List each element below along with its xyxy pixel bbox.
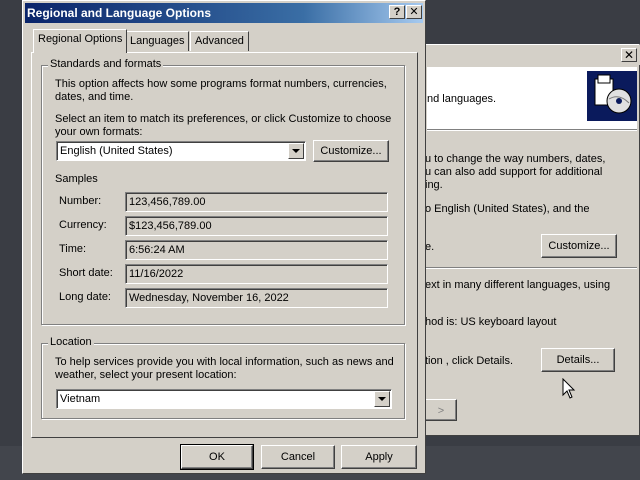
- ok-button[interactable]: OK: [180, 444, 254, 470]
- background-intro-line3: ing.: [425, 179, 443, 191]
- samples-title: Samples: [55, 173, 98, 185]
- regional-language-options-dialog: Regional and Language Options ? ✕ Region…: [22, 0, 426, 474]
- sample-label-number: Number:: [59, 195, 102, 207]
- location-label: Location: [48, 336, 94, 348]
- format-dropdown-value: English (United States): [60, 145, 173, 157]
- apply-button[interactable]: Apply: [341, 445, 417, 469]
- format-dropdown[interactable]: English (United States): [56, 141, 306, 161]
- help-button[interactable]: ?: [389, 5, 405, 19]
- select-instruction-line1: Select an item to match its preferences,…: [55, 113, 392, 125]
- background-header: nd languages.: [427, 67, 637, 129]
- sample-value-currency: $123,456,789.00: [125, 216, 388, 236]
- standards-description-line1: This option affects how some programs fo…: [55, 78, 387, 90]
- regional-settings-icon: [587, 71, 637, 121]
- background-intro-line1: u to change the way numbers, dates,: [425, 153, 606, 165]
- location-dropdown[interactable]: Vietnam: [56, 389, 392, 409]
- sample-label-currency: Currency:: [59, 219, 107, 231]
- background-close-button[interactable]: ✕: [621, 48, 637, 62]
- cancel-button[interactable]: Cancel: [261, 445, 335, 469]
- tab-regional-options[interactable]: Regional Options: [33, 29, 128, 53]
- background-details-line: tion , click Details.: [425, 355, 514, 367]
- customize-button[interactable]: Customize...: [313, 140, 389, 162]
- background-details-button[interactable]: Details...: [541, 348, 615, 372]
- location-description-line1: To help services provide you with local …: [55, 356, 394, 368]
- background-customize-text: e.: [425, 241, 435, 253]
- background-separator: [425, 267, 637, 269]
- background-languages-line: ext in many different languages, using: [425, 279, 611, 291]
- background-window-titlebar: ✕: [425, 45, 640, 65]
- standards-description-line2: dates, and time.: [55, 91, 134, 103]
- sample-value-time: 6:56:24 AM: [125, 240, 388, 260]
- sample-value-number: 123,456,789.00: [125, 192, 388, 212]
- tab-advanced[interactable]: Advanced: [190, 31, 249, 51]
- sample-value-long-date: Wednesday, November 16, 2022: [125, 288, 388, 308]
- select-instruction-line2: your own formats:: [55, 126, 143, 138]
- location-dropdown-value: Vietnam: [60, 393, 101, 405]
- background-locale-line: o English (United States), and the: [425, 203, 590, 215]
- sample-label-long-date: Long date:: [59, 291, 111, 303]
- chevron-down-icon[interactable]: [288, 143, 304, 159]
- background-partial-button[interactable]: >: [425, 399, 457, 421]
- tab-panel-regional-options: Standards and formats This option affect…: [31, 52, 418, 438]
- close-button[interactable]: ✕: [406, 5, 422, 19]
- background-header-text: nd languages.: [427, 93, 497, 105]
- chevron-down-icon[interactable]: [374, 391, 390, 407]
- background-header-separator: [427, 129, 637, 131]
- titlebar: Regional and Language Options ? ✕: [25, 3, 423, 23]
- background-customize-button[interactable]: Customize...: [541, 234, 617, 258]
- location-description-line2: weather, select your present location:: [55, 369, 237, 381]
- standards-formats-label: Standards and formats: [48, 58, 164, 70]
- background-window: ✕ nd languages. u to change the way numb…: [424, 44, 640, 436]
- tab-languages[interactable]: Languages: [125, 31, 190, 51]
- dialog-title: Regional and Language Options: [27, 6, 212, 20]
- sample-label-time: Time:: [59, 243, 87, 255]
- sample-label-short-date: Short date:: [59, 267, 113, 279]
- background-input-method-line: hod is: US keyboard layout: [425, 316, 557, 328]
- mouse-cursor-icon: [562, 377, 576, 400]
- sample-value-short-date: 11/16/2022: [125, 264, 388, 284]
- background-intro-line2: u can also add support for additional: [425, 166, 603, 178]
